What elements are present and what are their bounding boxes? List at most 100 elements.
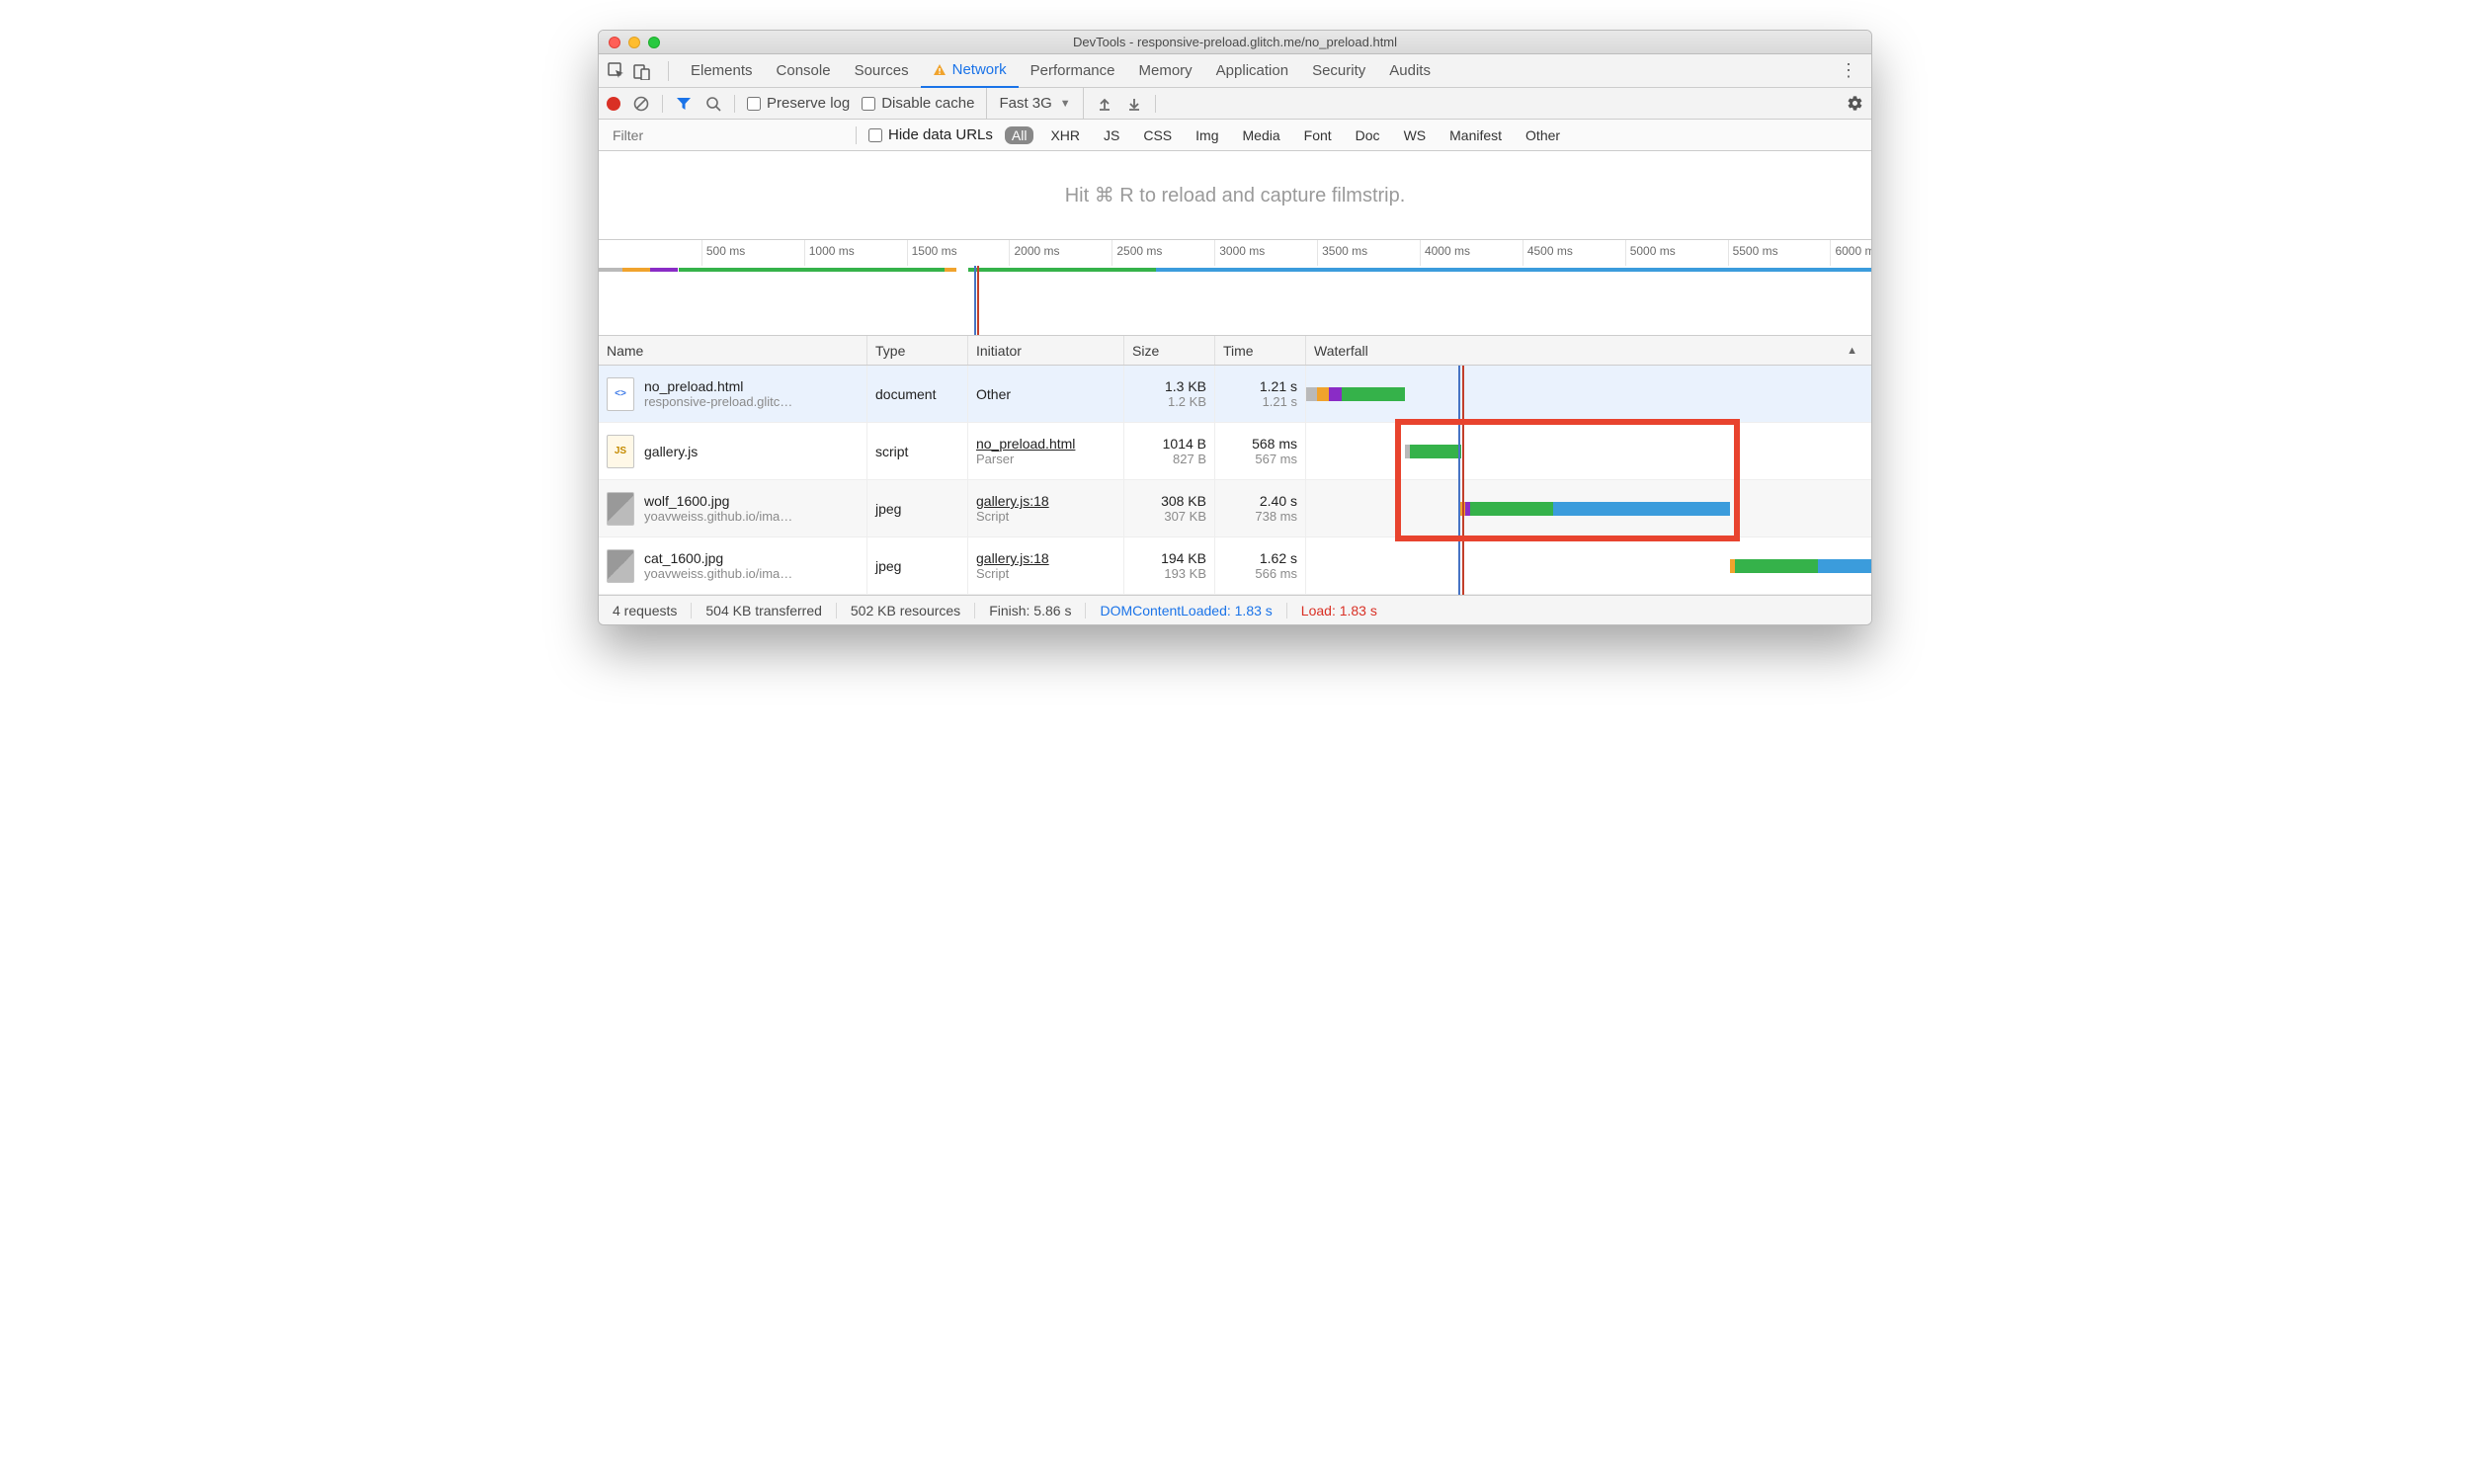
more-menu-icon[interactable]: ⋮: [1834, 60, 1863, 81]
hide-data-urls-input[interactable]: [868, 128, 882, 142]
tab-security[interactable]: Security: [1300, 54, 1377, 88]
tab-label: Console: [777, 62, 831, 79]
cell-waterfall[interactable]: [1306, 480, 1871, 536]
filter-type-doc[interactable]: Doc: [1349, 126, 1387, 144]
tab-application[interactable]: Application: [1204, 54, 1300, 88]
cell-type: script: [867, 423, 968, 479]
ruler-tick: 6000 ms: [1830, 240, 1831, 266]
col-type[interactable]: Type: [867, 336, 968, 365]
initiator-type: Script: [976, 566, 1115, 581]
table-row[interactable]: wolf_1600.jpgyoavweiss.github.io/ima…jpe…: [599, 480, 1871, 537]
filter-type-js[interactable]: JS: [1097, 126, 1126, 144]
tab-performance[interactable]: Performance: [1019, 54, 1127, 88]
ruler-tick: 3000 ms: [1214, 240, 1215, 266]
filter-type-media[interactable]: Media: [1236, 126, 1287, 144]
resource-domain: yoavweiss.github.io/ima…: [644, 509, 859, 524]
filter-icon[interactable]: [675, 95, 693, 113]
tab-label: Audits: [1389, 62, 1431, 79]
table-row[interactable]: <>no_preload.htmlresponsive-preload.glit…: [599, 366, 1871, 423]
record-button[interactable]: [607, 97, 620, 111]
timeline-overview[interactable]: 500 ms1000 ms1500 ms2000 ms2500 ms3000 m…: [599, 240, 1871, 336]
tab-elements[interactable]: Elements: [679, 54, 765, 88]
col-name[interactable]: Name: [599, 336, 867, 365]
size-transfer: 1.3 KB: [1165, 378, 1206, 394]
cell-waterfall[interactable]: [1306, 537, 1871, 594]
search-icon[interactable]: [704, 95, 722, 113]
time-latency: 1.21 s: [1263, 394, 1297, 409]
time-total: 1.21 s: [1260, 378, 1297, 394]
size-transfer: 194 KB: [1161, 550, 1206, 566]
disable-cache-checkbox[interactable]: Disable cache: [862, 95, 974, 112]
filter-type-ws[interactable]: WS: [1397, 126, 1434, 144]
status-bar: 4 requests 504 KB transferred 502 KB res…: [599, 595, 1871, 624]
waterfall-segment: [1470, 502, 1553, 516]
preserve-log-checkbox[interactable]: Preserve log: [747, 95, 850, 112]
separator: [856, 126, 857, 144]
download-har-icon[interactable]: [1125, 95, 1143, 113]
size-transfer: 308 KB: [1161, 493, 1206, 509]
tab-audits[interactable]: Audits: [1377, 54, 1442, 88]
tab-network[interactable]: Network: [921, 54, 1019, 88]
tab-label: Sources: [855, 62, 909, 79]
table-row[interactable]: cat_1600.jpgyoavweiss.github.io/ima…jpeg…: [599, 537, 1871, 595]
col-size[interactable]: Size: [1124, 336, 1215, 365]
filmstrip-hint-text: Hit ⌘ R to reload and capture filmstrip.: [1065, 183, 1406, 207]
settings-icon[interactable]: [1847, 95, 1863, 112]
filter-input[interactable]: [607, 124, 844, 146]
tab-label: Elements: [691, 62, 753, 79]
ruler-tick-label: 2500 ms: [1116, 244, 1162, 258]
clear-button[interactable]: [632, 95, 650, 113]
js-file-icon: JS: [607, 435, 634, 468]
sort-asc-icon: ▲: [1847, 345, 1857, 357]
table-row[interactable]: JSgallery.jsscriptno_preload.htmlParser1…: [599, 423, 1871, 480]
cell-waterfall[interactable]: [1306, 366, 1871, 422]
hide-data-urls-checkbox[interactable]: Hide data URLs: [868, 126, 993, 143]
cell-waterfall[interactable]: [1306, 423, 1871, 479]
status-finish: Finish: 5.86 s: [975, 603, 1086, 618]
ruler-tick: 500 ms: [701, 240, 702, 266]
status-requests: 4 requests: [599, 603, 692, 618]
filter-type-all[interactable]: All: [1005, 126, 1034, 144]
filter-type-img[interactable]: Img: [1189, 126, 1225, 144]
col-waterfall[interactable]: Waterfall▲: [1306, 336, 1871, 365]
ruler-tick: 1000 ms: [804, 240, 805, 266]
throttling-value: Fast 3G: [999, 95, 1051, 112]
size-resource: 193 KB: [1164, 566, 1206, 581]
status-transferred: 504 KB transferred: [692, 603, 837, 618]
ruler-tick: 4000 ms: [1420, 240, 1421, 266]
inspect-element-icon[interactable]: [607, 61, 626, 81]
disable-cache-input[interactable]: [862, 97, 875, 111]
col-time[interactable]: Time: [1215, 336, 1306, 365]
initiator-link[interactable]: gallery.js:18: [976, 550, 1115, 566]
tab-console[interactable]: Console: [765, 54, 843, 88]
waterfall-segment: [1306, 387, 1317, 401]
filter-type-font[interactable]: Font: [1297, 126, 1339, 144]
size-transfer: 1014 B: [1163, 436, 1206, 452]
tab-label: Application: [1216, 62, 1288, 79]
waterfall-segment: [1735, 559, 1818, 573]
filter-type-css[interactable]: CSS: [1136, 126, 1179, 144]
tab-sources[interactable]: Sources: [843, 54, 921, 88]
filter-type-manifest[interactable]: Manifest: [1442, 126, 1509, 144]
col-initiator[interactable]: Initiator: [968, 336, 1124, 365]
size-resource: 307 KB: [1164, 509, 1206, 524]
html-file-icon: <>: [607, 377, 634, 411]
waterfall-segment: [1553, 502, 1730, 516]
waterfall-segment: [1410, 445, 1461, 458]
upload-har-icon[interactable]: [1096, 95, 1113, 113]
filter-type-xhr[interactable]: XHR: [1043, 126, 1087, 144]
size-resource: 827 B: [1173, 452, 1206, 466]
throttling-select[interactable]: Fast 3G ▼: [986, 88, 1083, 119]
preserve-log-input[interactable]: [747, 97, 761, 111]
ruler-tick-label: 1500 ms: [912, 244, 957, 258]
time-latency: 738 ms: [1255, 509, 1297, 524]
initiator-link[interactable]: no_preload.html: [976, 436, 1115, 452]
tab-memory[interactable]: Memory: [1127, 54, 1204, 88]
resource-name: cat_1600.jpg: [644, 550, 859, 566]
device-toolbar-icon[interactable]: [632, 61, 652, 81]
hide-data-urls-label: Hide data URLs: [888, 126, 993, 143]
initiator-link[interactable]: gallery.js:18: [976, 493, 1115, 509]
timeline-ruler: 500 ms1000 ms1500 ms2000 ms2500 ms3000 m…: [599, 240, 1871, 266]
filter-type-other[interactable]: Other: [1519, 126, 1567, 144]
tab-label: Security: [1312, 62, 1365, 79]
